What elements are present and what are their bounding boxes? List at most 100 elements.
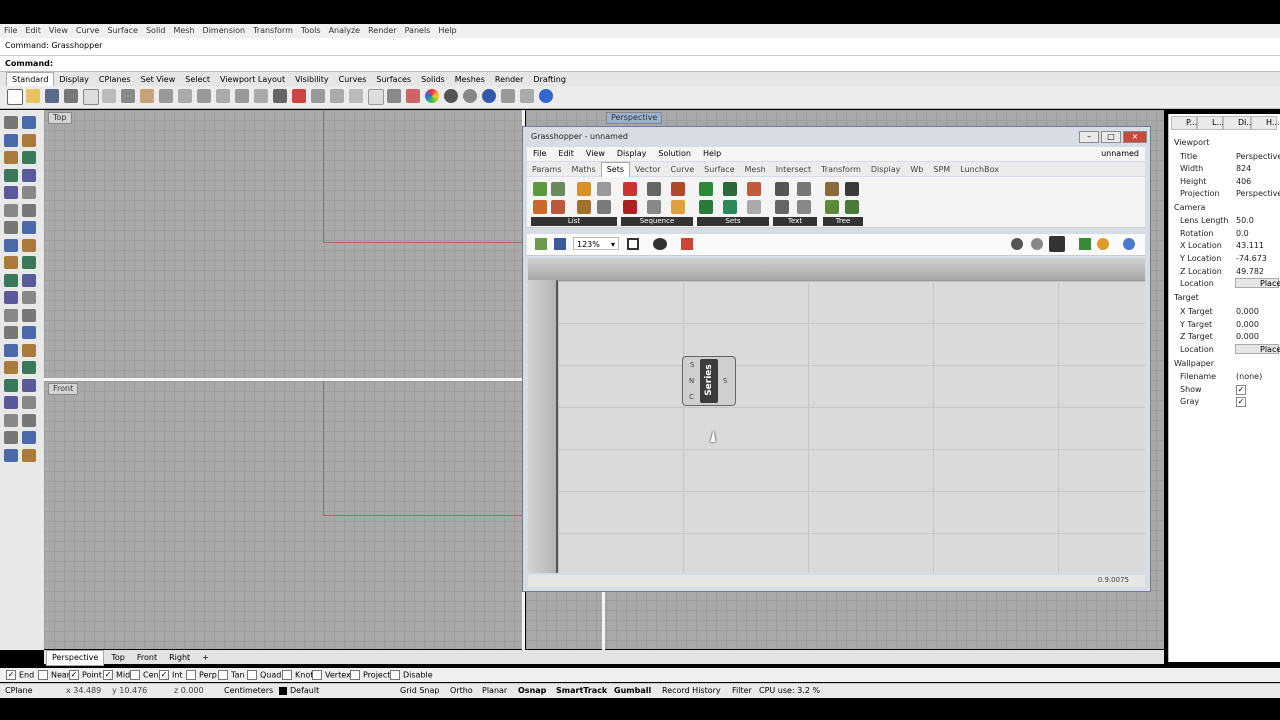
menu-mesh[interactable]: Mesh [169,24,198,38]
tab-cplanes[interactable]: CPlanes [94,73,136,87]
gh-tab-spm[interactable]: SPM [928,163,955,177]
osnap-project[interactable]: Project [350,670,390,681]
pan-icon[interactable] [140,89,154,103]
tool-palette-icon[interactable] [22,413,36,427]
list-length-icon[interactable] [551,182,565,196]
material-sphere-icon[interactable] [482,89,496,103]
status-grid-snap[interactable]: Grid Snap [400,686,439,696]
tool-palette-icon[interactable] [4,116,18,129]
canvas-grid[interactable] [556,280,1145,573]
prop-width-value[interactable]: 824 [1236,164,1251,174]
osnap-tan-checkbox[interactable] [218,670,228,680]
osnap-vertex-checkbox[interactable] [312,670,322,680]
command-line[interactable]: Command: [0,56,1280,72]
menu-analyze[interactable]: Analyze [325,24,365,38]
shaded-preview-icon[interactable] [1031,238,1043,250]
tool-palette-icon[interactable] [22,326,36,339]
viewport-splitter-lower[interactable] [602,592,605,650]
tool-palette-icon[interactable] [4,378,18,392]
menu-view[interactable]: View [45,24,72,38]
set-union-icon[interactable] [699,182,713,196]
tool-palette-icon[interactable] [4,291,18,304]
gh-tab-intersect[interactable]: Intersect [771,163,816,177]
tool-palette-icon[interactable] [22,361,36,374]
gh-menu-view[interactable]: View [580,147,611,161]
tab-set-view[interactable]: Set View [136,73,181,87]
prop-height-value[interactable]: 406 [1236,177,1251,187]
gh-menu-file[interactable]: File [527,147,552,161]
status-gumball[interactable]: Gumball [614,686,651,696]
zoom-window-icon[interactable] [197,89,211,103]
flatten-tree-icon[interactable] [825,182,839,196]
maximize-button[interactable]: □ [1101,131,1121,143]
tool-palette-icon[interactable] [22,186,36,199]
preview-eye-icon[interactable] [653,238,667,250]
tool-palette-icon[interactable] [22,431,36,444]
print-icon[interactable] [64,89,78,103]
status-units[interactable]: Centimeters [224,686,273,696]
rotate-view-icon[interactable] [159,89,173,103]
zoom-icon[interactable] [178,89,192,103]
tab-render[interactable]: Render [490,73,528,87]
globe-icon[interactable] [1123,238,1135,250]
gray-checkbox[interactable]: ✓ [1236,397,1246,407]
tool-palette-icon[interactable] [22,133,36,147]
osnap-end-checkbox[interactable]: ✓ [6,670,16,680]
osnap-mid-checkbox[interactable]: ✓ [103,670,113,680]
options-gear-icon[interactable] [501,89,515,103]
osnap-point[interactable]: ✓ Point [69,670,102,681]
tab-standard[interactable]: Standard [6,72,55,87]
help-icon[interactable] [539,89,553,103]
tab-select[interactable]: Select [180,73,215,87]
place-target-button[interactable]: Place... [1235,344,1280,354]
tool-palette-icon[interactable] [22,396,36,409]
place-camera-button[interactable]: Place... [1235,278,1280,288]
osnap-end[interactable]: ✓ End [6,670,34,681]
tab-display[interactable]: Display [54,73,94,87]
input-n[interactable]: N [689,377,694,385]
status-osnap[interactable]: Osnap [518,686,546,696]
tool-palette-icon[interactable] [22,448,36,462]
tool-palette-icon[interactable] [4,326,18,339]
list-sort-icon[interactable] [577,182,591,196]
prop-title-value[interactable]: Perspective [1236,152,1280,162]
osnap-knot[interactable]: Knot [282,670,313,681]
random-icon[interactable] [671,200,685,214]
vptab-right[interactable]: Right [164,651,195,665]
output-s[interactable]: S [723,377,727,385]
menu-panels[interactable]: Panels [401,24,435,38]
set-difference-icon[interactable] [723,182,737,196]
render-preview-icon[interactable] [1097,238,1109,250]
show-checkbox[interactable]: ✓ [1236,385,1246,395]
save-file-icon[interactable] [554,238,566,250]
menu-dimension[interactable]: Dimension [199,24,250,38]
tool-palette-icon[interactable] [4,238,18,252]
cplane-icon[interactable] [292,89,306,103]
prop-zloc-value[interactable]: 49.782 [1236,267,1264,277]
list-shift-icon[interactable] [597,182,611,196]
tool-palette-icon[interactable] [4,361,18,374]
tool-palette-icon[interactable] [22,116,36,129]
osnap-tan[interactable]: Tan [218,670,245,681]
tool-palette-icon[interactable] [4,343,18,357]
tool-palette-icon[interactable] [22,168,36,182]
range-icon[interactable] [647,200,661,214]
viewport-label-top[interactable]: Top [48,112,72,124]
points-icon[interactable] [349,89,363,103]
menu-tools[interactable]: Tools [297,24,325,38]
prop-ztarget-value[interactable]: 0.000 [1236,332,1259,342]
tab-curves[interactable]: Curves [334,73,372,87]
tool-palette-icon[interactable] [4,151,18,164]
tool-palette-icon[interactable] [22,273,36,287]
vptab-perspective[interactable]: Perspective [46,650,105,666]
status-smarttrack[interactable]: SmartTrack [556,686,607,696]
shaded-sphere-icon[interactable] [463,89,477,103]
list-insert-icon[interactable] [533,200,547,214]
viewport-splitter-horizontal[interactable] [44,378,524,381]
tool-palette-icon[interactable] [4,203,18,217]
gh-menu-help[interactable]: Help [697,147,727,161]
list-item-icon[interactable] [533,182,547,196]
osnap-disable-checkbox[interactable] [390,670,400,680]
graft-tree-icon[interactable] [825,200,839,214]
series-icon[interactable] [647,182,661,196]
